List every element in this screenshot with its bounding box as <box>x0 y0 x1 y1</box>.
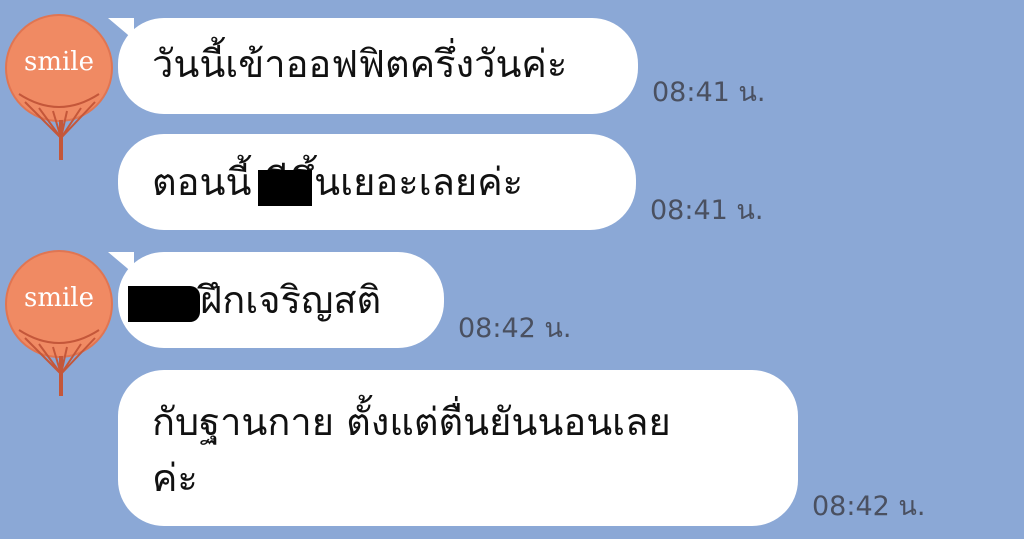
chat-area[interactable]: smile วันนี้เข้าออฟฟิตครึ่งวันค่ะ 08:41 … <box>0 0 1024 539</box>
message-bubble[interactable]: ฝึกเจริญสติ <box>108 252 444 348</box>
message-time: 08:41 น. <box>652 77 766 108</box>
message-text-line-2: ค่ะ <box>152 456 198 500</box>
message-text: วันนี้เข้าออฟฟิตครึ่งวันค่ะ <box>152 42 568 86</box>
message-bubble[interactable]: วันนี้เข้าออฟฟิตครึ่งวันค่ะ <box>108 18 638 114</box>
message-bubble[interactable]: ตอนนี้ ดีขึ้นเยอะเลยค่ะ <box>118 134 636 230</box>
message-text: ตอนนี้ ดีขึ้นเยอะเลยค่ะ <box>152 160 524 204</box>
redaction-block <box>128 286 200 322</box>
redaction-block <box>258 170 312 206</box>
message-text: ฝึกเจริญสติ <box>200 278 382 322</box>
message-time: 08:41 น. <box>650 195 764 226</box>
message-time: 08:42 น. <box>812 491 926 522</box>
message-bubble[interactable]: กับฐานกาย ตั้งแต่ตื่นยันนอนเลย ค่ะ <box>118 370 798 526</box>
sender-avatar[interactable]: smile <box>3 248 115 398</box>
smile-fan-avatar-icon: smile <box>5 14 113 160</box>
avatar-text: smile <box>24 283 94 313</box>
smile-fan-avatar-icon: smile <box>5 250 113 396</box>
message-time: 08:42 น. <box>458 313 572 344</box>
avatar-text: smile <box>24 47 94 77</box>
message-text-line-1: กับฐานกาย ตั้งแต่ตื่นยันนอนเลย <box>152 400 671 444</box>
sender-avatar[interactable]: smile <box>3 12 115 162</box>
